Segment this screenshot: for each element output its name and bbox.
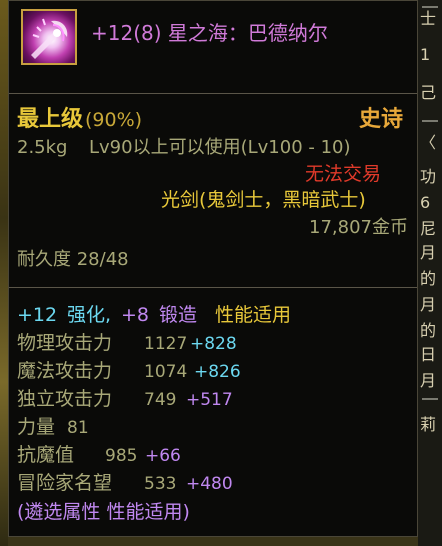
forge-value: +8 bbox=[121, 304, 150, 326]
weapon-type: 光剑(鬼剑士，黑暗武士) bbox=[161, 189, 366, 211]
enhance-label: 强化, bbox=[67, 304, 112, 326]
stat-label: 冒险家名望 bbox=[17, 472, 113, 494]
item-title: +12(8) 星之海：巴德纳尔 bbox=[91, 21, 328, 45]
item-rarity: 史诗 bbox=[359, 107, 404, 132]
side-panel-glyph: 莉 bbox=[420, 415, 437, 434]
star-sea-sword-icon bbox=[21, 9, 77, 65]
stat-label: 抗魔值 bbox=[17, 444, 75, 466]
side-panel-glyph: 尼 bbox=[420, 219, 437, 238]
divider bbox=[9, 287, 417, 288]
side-panel-glyph: 己 bbox=[420, 83, 437, 102]
stat-bonus: +828 bbox=[190, 334, 237, 354]
side-panel-glyph: 6 bbox=[420, 193, 431, 212]
stat-bonus: +480 bbox=[186, 474, 233, 494]
stat-value: 533 bbox=[144, 474, 177, 494]
stat-value: 749 bbox=[144, 390, 177, 410]
stat-label: 力量 bbox=[17, 416, 56, 438]
side-panel-glyph: 1 bbox=[420, 45, 431, 64]
item-grade: 最上级 bbox=[17, 107, 84, 132]
side-panel-divider bbox=[422, 398, 438, 400]
side-panel-glyph: 月 bbox=[420, 371, 437, 390]
side-panel-divider bbox=[422, 6, 438, 8]
stat-bonus: +826 bbox=[194, 362, 241, 382]
stat-label: 物理攻击力 bbox=[17, 332, 113, 354]
enhance-value: +12 bbox=[17, 304, 58, 326]
side-panel-glyph: 士 bbox=[420, 9, 437, 28]
stat-label: 独立攻击力 bbox=[17, 388, 113, 410]
stat-bonus: +517 bbox=[186, 390, 233, 410]
stat-value: 985 bbox=[105, 446, 138, 466]
item-weight: 2.5kg bbox=[17, 137, 68, 158]
trade-status: 无法交易 bbox=[305, 163, 382, 185]
stat-value: 1074 bbox=[144, 362, 188, 382]
item-grade-percent: (90%) bbox=[85, 109, 143, 131]
durability: 耐久度 28/48 bbox=[17, 249, 129, 270]
divider bbox=[9, 93, 417, 94]
performance-label: 性能适用 bbox=[215, 304, 292, 326]
stat-bonus: +66 bbox=[145, 446, 181, 466]
side-panel-glyph: 月 bbox=[420, 295, 437, 314]
side-panel-glyph: 的 bbox=[420, 269, 437, 288]
stat-value: 1127 bbox=[144, 334, 188, 354]
side-panel-glyph: 功 bbox=[420, 167, 437, 186]
side-panel-divider bbox=[422, 120, 438, 122]
side-panel-glyph: 的 bbox=[420, 321, 437, 340]
selection-attribute-note: (遴选属性 性能适用) bbox=[17, 501, 190, 523]
item-tooltip: +12(8) 星之海：巴德纳尔 最上级 (90%) 史诗 2.5kg Lv90以… bbox=[8, 0, 418, 537]
side-panel-glyph: 月 bbox=[420, 243, 437, 262]
item-price: 17,807金币 bbox=[309, 217, 408, 238]
side-panel-glyph: 〈 bbox=[420, 133, 437, 152]
forge-label: 锻造 bbox=[159, 304, 198, 326]
game-background-left bbox=[0, 0, 8, 546]
side-panel-glyph: 日 bbox=[420, 345, 437, 364]
stat-value: 81 bbox=[67, 418, 89, 438]
stat-label: 魔法攻击力 bbox=[17, 360, 113, 382]
level-requirement: Lv90以上可以使用(Lv100 - 10) bbox=[89, 137, 351, 158]
side-panel: 士 1 己 〈 功 6 尼 月 的 月 的 日 月 莉 bbox=[418, 0, 442, 546]
